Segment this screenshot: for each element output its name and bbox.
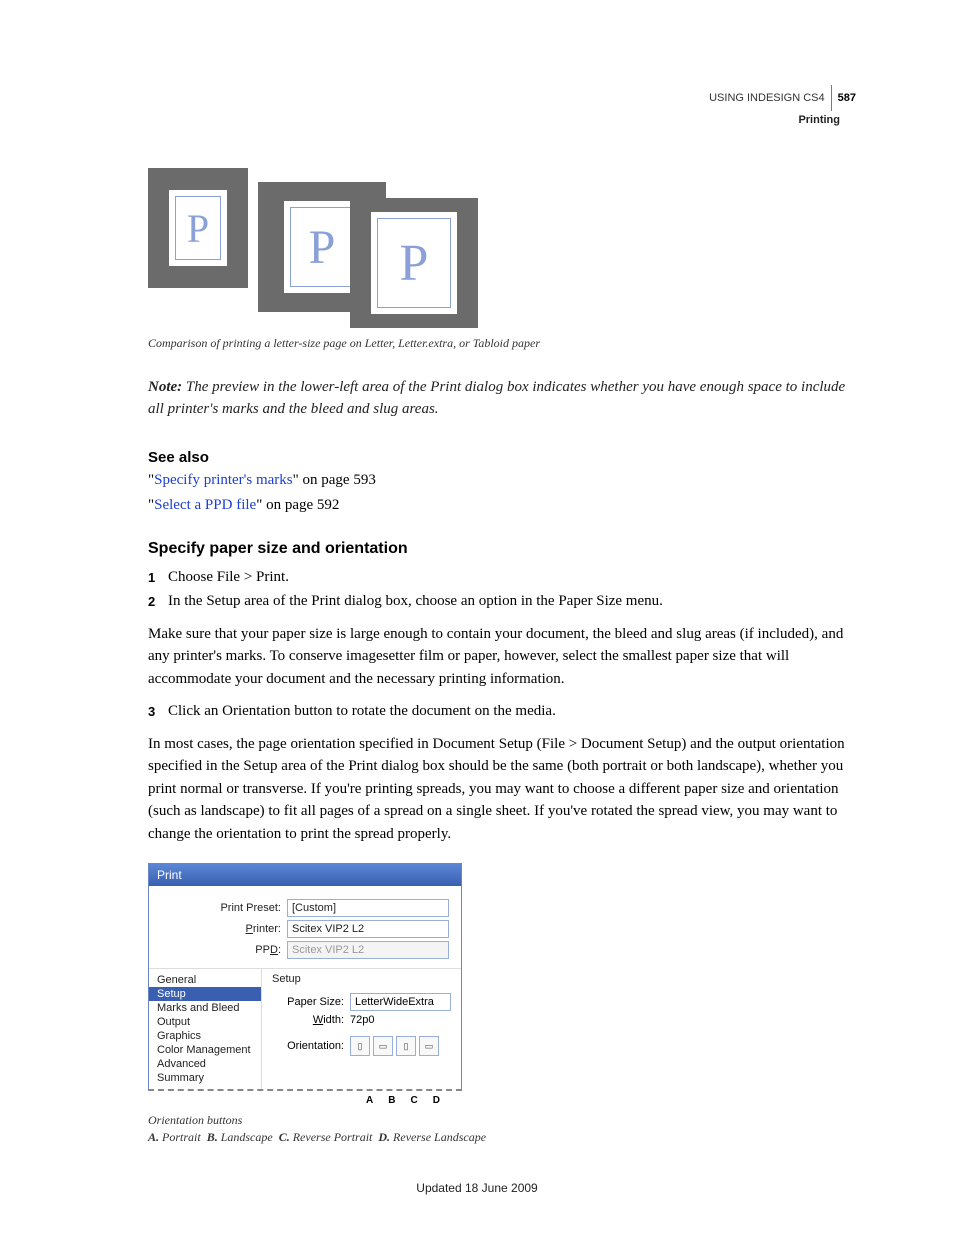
label-orientation: Orientation: — [272, 1040, 350, 1052]
nav-output[interactable]: Output — [149, 1015, 261, 1029]
orientation-portrait-button[interactable]: ▯ — [350, 1036, 370, 1056]
note-text: The preview in the lower-left area of th… — [148, 379, 845, 417]
figure-paper-comparison: P P P — [148, 168, 856, 328]
footer-updated: Updated 18 June 2009 — [0, 1181, 954, 1195]
nav-summary[interactable]: Summary — [149, 1071, 261, 1085]
note-label: Note: — [148, 379, 182, 395]
link-select-ppd-file[interactable]: Select a PPD file — [154, 497, 256, 513]
value-width: 72p0 — [350, 1014, 374, 1026]
page-header: USING INDESIGN CS4 587 Printing — [709, 85, 856, 127]
panel-header: Setup — [272, 973, 451, 985]
select-print-preset[interactable]: [Custom] — [287, 899, 449, 917]
label-width: Width: — [272, 1014, 350, 1026]
nav-general[interactable]: General — [149, 973, 261, 987]
dialog-nav: General Setup Marks and Bleed Output Gra… — [149, 969, 262, 1089]
step-1: 1 Choose File > Print. — [148, 566, 856, 589]
label-print-preset: Print Preset: — [161, 902, 287, 914]
nav-marks-bleed[interactable]: Marks and Bleed — [149, 1001, 261, 1015]
header-divider — [831, 85, 832, 111]
orientation-landscape-button[interactable]: ▭ — [373, 1036, 393, 1056]
see-also-heading: See also — [148, 449, 856, 466]
legend-letters: A B C D — [366, 1095, 856, 1106]
step-2: 2 In the Setup area of the Print dialog … — [148, 590, 856, 613]
page-number: 587 — [838, 91, 856, 105]
note-block: Note: The preview in the lower-left area… — [148, 377, 856, 421]
header-section: Printing — [709, 113, 840, 127]
body-paragraph-2: In most cases, the page orientation spec… — [148, 733, 856, 846]
link-specify-printers-marks[interactable]: Specify printer's marks — [154, 472, 293, 488]
select-ppd: Scitex VIP2 L2 — [287, 941, 449, 959]
nav-graphics[interactable]: Graphics — [149, 1029, 261, 1043]
xref-1: "Specify printer's marks" on page 593 — [148, 472, 856, 489]
step-3: 3 Click an Orientation button to rotate … — [148, 700, 856, 723]
figure-caption: Comparison of printing a letter-size pag… — [148, 336, 856, 351]
dialog-titlebar: Print — [149, 864, 461, 886]
orientation-reverse-landscape-button[interactable]: ▭ — [419, 1036, 439, 1056]
body-paragraph-1: Make sure that your paper size is large … — [148, 623, 856, 691]
xref-2: "Select a PPD file" on page 592 — [148, 497, 856, 514]
select-paper-size[interactable]: LetterWideExtra — [350, 993, 451, 1011]
header-using: USING INDESIGN CS4 — [709, 91, 825, 105]
select-printer[interactable]: Scitex VIP2 L2 — [287, 920, 449, 938]
nav-advanced[interactable]: Advanced — [149, 1057, 261, 1071]
nav-setup[interactable]: Setup — [149, 987, 261, 1001]
print-dialog: Print Print Preset: [Custom] Printer: Sc… — [148, 863, 462, 1091]
label-ppd: PPD: — [161, 944, 287, 956]
label-paper-size: Paper Size: — [272, 996, 350, 1008]
nav-color-management[interactable]: Color Management — [149, 1043, 261, 1057]
label-printer: Printer: — [161, 923, 287, 935]
swatch-tabloid: P — [350, 198, 478, 328]
orientation-reverse-portrait-button[interactable]: ▯ — [396, 1036, 416, 1056]
swatch-letter: P — [148, 168, 248, 288]
figure2-caption: Orientation buttons A. Portrait B. Lands… — [148, 1112, 856, 1146]
section-heading: Specify paper size and orientation — [148, 540, 856, 558]
